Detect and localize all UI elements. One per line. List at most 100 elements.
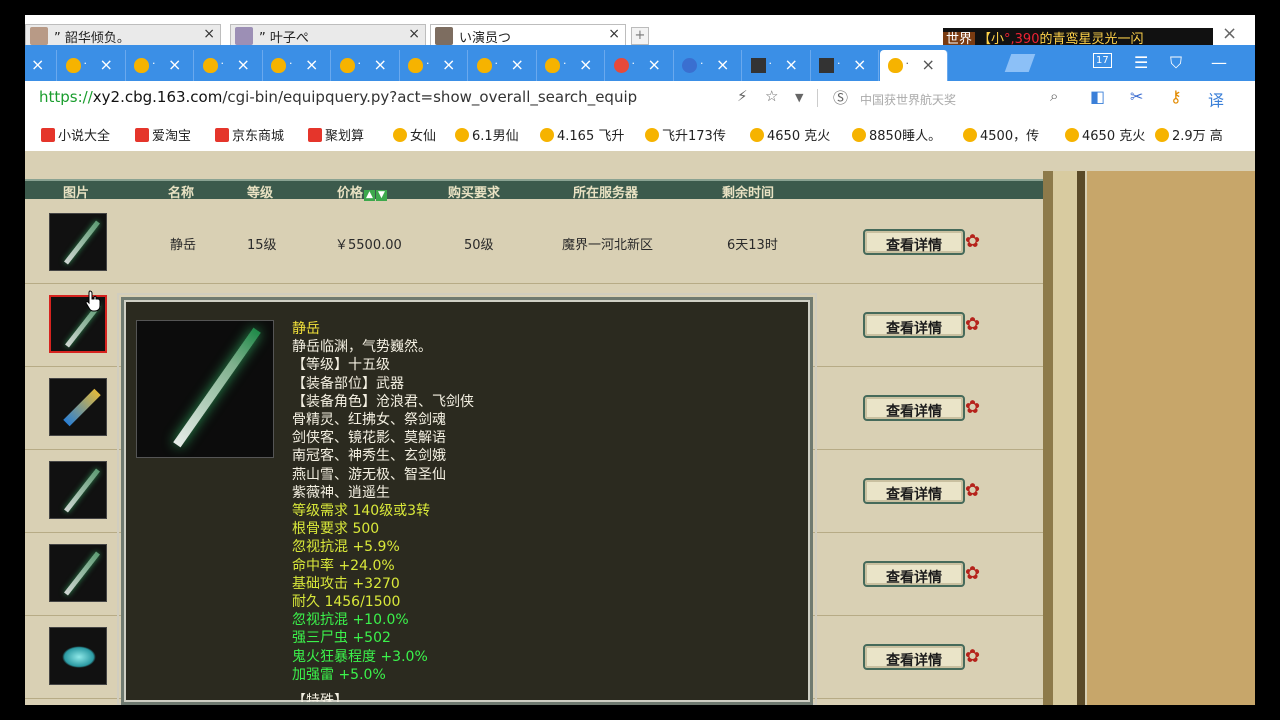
item-thumbnail[interactable] bbox=[49, 461, 107, 519]
close-icon[interactable]: × bbox=[100, 55, 113, 74]
col-server[interactable]: 所在服务器 bbox=[573, 182, 638, 201]
close-icon[interactable]: × bbox=[203, 26, 215, 42]
button-label: 查看详情 bbox=[886, 653, 942, 669]
weapon-icon bbox=[62, 646, 96, 668]
item-thumbnail[interactable] bbox=[49, 627, 107, 685]
browser-tab[interactable]: ·× bbox=[195, 50, 263, 81]
close-icon[interactable]: × bbox=[648, 55, 661, 74]
close-icon[interactable]: × bbox=[31, 55, 44, 74]
tassel-icon: ✿ bbox=[965, 563, 981, 584]
search-input[interactable]: 中国获世界航天奖 bbox=[860, 91, 956, 108]
col-level[interactable]: 等级 bbox=[247, 182, 273, 201]
close-icon[interactable]: × bbox=[716, 55, 729, 74]
browser-tab[interactable]: ·× bbox=[537, 50, 605, 81]
chick-icon bbox=[887, 58, 903, 73]
browser-tab-active[interactable]: · × bbox=[879, 50, 948, 81]
bookmark-item[interactable]: 女仙 bbox=[393, 125, 436, 144]
bookmark-icon bbox=[1065, 128, 1079, 142]
chevron-down-icon[interactable]: ▼ bbox=[795, 91, 803, 104]
close-icon[interactable]: × bbox=[922, 55, 935, 74]
view-details-button[interactable]: 查看详情 ✿ bbox=[863, 478, 985, 506]
col-time[interactable]: 剩余时间 bbox=[722, 182, 774, 201]
browser-tab[interactable]: ·× bbox=[743, 50, 811, 81]
bookmark-item[interactable]: 4.165 飞升 bbox=[540, 125, 624, 144]
bookmark-icon bbox=[963, 128, 977, 142]
browser-tab[interactable]: ·× bbox=[332, 50, 400, 81]
attribute-line: 强三尸虫 +502 bbox=[292, 630, 391, 647]
close-icon[interactable]: × bbox=[442, 55, 455, 74]
col-name[interactable]: 名称 bbox=[168, 182, 194, 201]
view-details-button[interactable]: 查看详情 ✿ bbox=[863, 312, 985, 340]
bookmark-item[interactable]: 飞升173传 bbox=[645, 125, 726, 144]
item-thumbnail[interactable] bbox=[49, 378, 107, 436]
browser-tab[interactable]: ·× bbox=[263, 50, 331, 81]
item-thumbnail[interactable] bbox=[49, 544, 107, 602]
url-field[interactable]: https://xy2.cbg.163.com/cgi-bin/equipque… bbox=[39, 88, 637, 106]
browser-tab[interactable]: ·× bbox=[469, 50, 537, 81]
minimize-icon[interactable]: — bbox=[1211, 53, 1227, 72]
sort-down-icon[interactable]: ▼ bbox=[376, 190, 388, 201]
attribute-line: 等级需求 140级或3转 bbox=[292, 503, 431, 520]
calendar-icon[interactable]: 17 bbox=[1093, 53, 1112, 68]
bookmark-item[interactable]: 小说大全 bbox=[41, 125, 110, 144]
scissors-icon[interactable]: ✂ bbox=[1130, 87, 1143, 106]
window-tab[interactable]: ” 叶子ぺ × bbox=[230, 24, 426, 46]
new-window-tab-button[interactable]: + bbox=[631, 27, 649, 45]
bookmark-item[interactable]: 2.9万 高 bbox=[1155, 125, 1223, 144]
bookmark-item[interactable]: 爱淘宝 bbox=[135, 125, 191, 144]
sort-up-icon[interactable]: ▲ bbox=[364, 190, 376, 201]
star-icon[interactable]: ☆ bbox=[765, 87, 778, 105]
close-icon[interactable]: × bbox=[511, 55, 524, 74]
key-icon[interactable]: ⚷ bbox=[1170, 87, 1182, 106]
attribute-line: 耐久 1456/1500 bbox=[292, 594, 401, 611]
view-details-button[interactable]: 查看详情 ✿ bbox=[863, 561, 985, 589]
col-requirement[interactable]: 购买要求 bbox=[448, 182, 500, 201]
browser-tab[interactable]: ·× bbox=[126, 50, 194, 81]
menu-icon[interactable]: ☰ bbox=[1134, 53, 1148, 72]
bookmark-icon[interactable]: ◧ bbox=[1090, 87, 1105, 106]
bookmark-item[interactable]: 4650 克火 bbox=[1065, 125, 1145, 144]
close-icon[interactable]: × bbox=[374, 55, 387, 74]
bookmark-item[interactable]: 京东商城 bbox=[215, 125, 284, 144]
table-row: 静岳 15级 ￥5500.00 50级 魔界一河北新区 6天13时 查看详情 ✿ bbox=[25, 201, 1043, 284]
item-name: 静岳 bbox=[170, 238, 197, 253]
close-icon[interactable]: × bbox=[1222, 23, 1237, 44]
bookmark-item[interactable]: 4650 克火 bbox=[750, 125, 830, 144]
close-icon[interactable]: × bbox=[785, 55, 798, 74]
bookmark-icon bbox=[308, 128, 322, 142]
close-icon[interactable]: × bbox=[305, 55, 318, 74]
view-details-button[interactable]: 查看详情 ✿ bbox=[863, 644, 985, 672]
browser-tab[interactable]: ·× bbox=[674, 50, 742, 81]
close-icon[interactable]: × bbox=[408, 26, 420, 42]
view-details-button[interactable]: 查看详情 ✿ bbox=[863, 395, 985, 423]
translate-icon[interactable]: 译 bbox=[1208, 87, 1224, 111]
bookmark-item[interactable]: 聚划算 bbox=[308, 125, 364, 144]
close-icon[interactable]: × bbox=[853, 55, 866, 74]
bookmark-item[interactable]: 4500，传 bbox=[963, 125, 1039, 144]
browser-tab[interactable]: ·× bbox=[25, 50, 57, 81]
browser-tab[interactable]: ·× bbox=[58, 50, 126, 81]
view-details-button[interactable]: 查看详情 ✿ bbox=[863, 229, 985, 257]
tab-title: · bbox=[563, 57, 567, 70]
shirt-icon[interactable]: ⛉ bbox=[1170, 53, 1182, 73]
browser-tab[interactable]: ·× bbox=[811, 50, 879, 81]
close-icon[interactable]: × bbox=[237, 55, 250, 74]
tassel-icon: ✿ bbox=[965, 646, 981, 667]
window-tab[interactable]: ” 韶华倾负。 × bbox=[25, 24, 221, 46]
item-thumbnail[interactable] bbox=[49, 213, 107, 271]
new-tab-button[interactable] bbox=[1004, 54, 1036, 72]
window-tab-active[interactable]: い演员つ × bbox=[430, 24, 626, 46]
close-icon[interactable]: × bbox=[168, 55, 181, 74]
col-price-label: 价格 bbox=[337, 186, 364, 201]
close-icon[interactable]: × bbox=[608, 26, 620, 42]
col-price[interactable]: 价格 ▲ ▼ bbox=[337, 182, 388, 201]
browser-tab[interactable]: ·× bbox=[400, 50, 468, 81]
bookmark-icon bbox=[750, 128, 764, 142]
close-icon[interactable]: × bbox=[579, 55, 592, 74]
attribute-line: 南冠客、神秀生、玄剑娥 bbox=[292, 448, 446, 465]
browser-tab[interactable]: ·× bbox=[606, 50, 674, 81]
lightning-icon[interactable]: ⚡ bbox=[737, 87, 748, 105]
bookmark-item[interactable]: 8850睡人。 bbox=[852, 125, 941, 144]
search-icon[interactable]: ⌕ bbox=[1050, 87, 1058, 105]
bookmark-item[interactable]: 6.1男仙 bbox=[455, 125, 519, 144]
